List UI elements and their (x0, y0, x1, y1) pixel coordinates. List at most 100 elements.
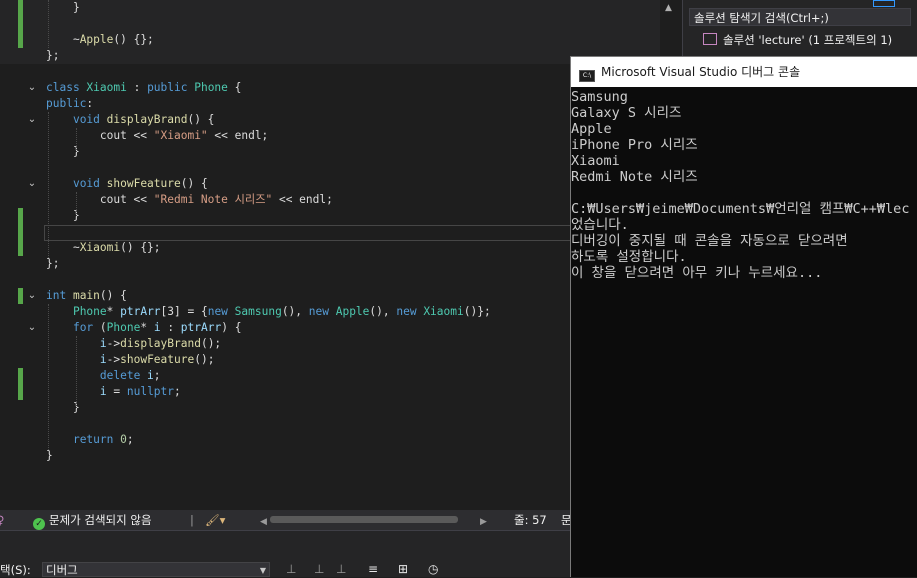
code-token: for (72, 321, 100, 334)
search-placeholder: 솔루션 탐색기 검색(Ctrl+;) (694, 11, 829, 25)
code-line[interactable]: } (0, 0, 660, 16)
code-token: = (106, 385, 127, 398)
toolbar-icon[interactable]: ⊥ (336, 562, 346, 576)
code-token: void (72, 177, 107, 190)
line-number[interactable]: 줄: 57 (514, 512, 547, 528)
code-token: new (308, 305, 336, 318)
code-line[interactable]: cout << "Redmi Note 시리즈" << endl; (0, 192, 660, 208)
fold-toggle-icon[interactable]: ⌄ (26, 176, 38, 192)
code-editor[interactable]: } ~Apple() {};}; ⌄ class Xiaomi : public P… (0, 0, 660, 510)
code-line[interactable] (0, 64, 660, 80)
cleanup-brush-icon[interactable]: 🖌▾ (205, 512, 225, 528)
code-token: ( (99, 321, 107, 334)
solution-search-input[interactable]: 솔루션 탐색기 검색(Ctrl+;) (689, 8, 911, 26)
code-line[interactable]: ⌄ int main() { (0, 288, 660, 304)
code-line[interactable] (0, 416, 660, 432)
code-token: ; (153, 369, 161, 382)
code-token: Xiaomi (423, 305, 464, 318)
code-token: Xiaomi (86, 81, 127, 94)
code-line[interactable]: i->showFeature(); (0, 352, 660, 368)
code-token: i (99, 353, 107, 366)
code-token: * (140, 321, 154, 334)
console-title: Microsoft Visual Studio 디버그 콘솔 (601, 65, 801, 79)
console-app-icon: C:\ (579, 70, 595, 82)
debug-console-window[interactable]: C:\ Microsoft Visual Studio 디버그 콘솔 Samsun… (570, 56, 917, 577)
code-line[interactable] (0, 272, 660, 288)
horizontal-scrollbar-thumb[interactable] (270, 516, 458, 523)
code-token: () { (187, 113, 215, 126)
code-token: } (46, 209, 80, 222)
fold-toggle-icon[interactable]: ⌄ (26, 112, 38, 128)
code-token: } (46, 401, 80, 414)
solution-icon (703, 33, 717, 45)
code-line[interactable]: return 0; (0, 432, 660, 448)
current-line-highlight (44, 225, 572, 241)
scroll-right-icon[interactable]: ▶ (480, 514, 487, 530)
code-token: cout << (46, 129, 154, 142)
console-line: Apple (571, 121, 612, 137)
code-token: public (46, 97, 87, 110)
console-line: 이 창을 닫으려면 아무 키나 누르세요... (571, 265, 823, 281)
code-line[interactable]: i->displayBrand(); (0, 336, 660, 352)
code-token: "Redmi Note 시리즈" (153, 193, 273, 206)
code-line[interactable] (0, 16, 660, 32)
code-line[interactable]: ⌄ void displayBrand() { (0, 112, 660, 128)
code-line[interactable]: } (0, 208, 660, 224)
code-token: () {}; (120, 241, 161, 254)
code-token: : (126, 81, 148, 94)
solution-root-item[interactable]: 솔루션 'lecture' (1 프로젝트의 1) (703, 32, 892, 48)
code-line[interactable]: }; (0, 256, 660, 272)
issues-indicator[interactable]: ✓ 문제가 검색되지 않음 (33, 512, 152, 530)
code-text: public: (46, 96, 93, 112)
code-line[interactable]: delete i; (0, 368, 660, 384)
scroll-left-icon[interactable]: ◀ (260, 514, 267, 530)
code-text: i->displayBrand(); (46, 336, 221, 352)
code-token: }; (46, 49, 60, 62)
code-token: } (46, 145, 80, 158)
code-line[interactable]: ~Apple() {}; (0, 32, 660, 48)
toolbar-icon[interactable]: ⊥ (286, 562, 296, 576)
config-dropdown-value: 디버그 (46, 563, 78, 577)
config-dropdown[interactable]: 디버그 ▼ (42, 562, 270, 577)
code-line[interactable]: ⌄ void showFeature() { (0, 176, 660, 192)
code-token: nullptr (126, 385, 175, 398)
code-text: cout << "Redmi Note 시리즈" << endl; (46, 192, 333, 208)
code-line[interactable] (0, 160, 660, 176)
code-line[interactable]: ⌄ class Xiaomi : public Phone { (0, 80, 660, 96)
code-line[interactable]: Phone* ptrArr[3] = {new Samsung(), new A… (0, 304, 660, 320)
code-line[interactable]: } (0, 144, 660, 160)
code-line[interactable]: public: (0, 96, 660, 112)
fold-toggle-icon[interactable]: ⌄ (26, 288, 38, 304)
code-token: i (99, 337, 107, 350)
clear-all-icon[interactable]: ≡ (368, 562, 378, 576)
code-line[interactable]: ⌄ for (Phone* i : ptrArr) { (0, 320, 660, 336)
code-line[interactable]: ~Xiaomi() {}; (0, 240, 660, 256)
separator: | (190, 513, 194, 527)
lightbulb-icon[interactable]: ♀ (0, 512, 4, 528)
config-select-label: 택(S): (0, 563, 31, 577)
console-title-bar[interactable]: C:\ Microsoft Visual Studio 디버그 콘솔 (571, 57, 917, 87)
console-line: Galaxy S 시리즈 (571, 105, 682, 121)
code-token: showFeature (120, 353, 195, 366)
word-wrap-icon[interactable]: ⊞ (398, 562, 408, 576)
fold-toggle-icon[interactable]: ⌄ (26, 320, 38, 336)
code-token: i (147, 369, 154, 382)
panel-tab-indicator[interactable] (873, 0, 895, 7)
toolbar-icon[interactable]: ⊥ (314, 562, 324, 576)
code-line[interactable]: i = nullptr; (0, 384, 660, 400)
scroll-up-icon[interactable]: ▲ (665, 3, 672, 13)
change-indicator (18, 208, 23, 256)
code-line[interactable]: }; (0, 48, 660, 64)
code-line[interactable]: } (0, 448, 660, 464)
fold-toggle-icon[interactable]: ⌄ (26, 80, 38, 96)
code-text: cout << "Xiaomi" << endl; (46, 128, 268, 144)
code-line[interactable]: } (0, 400, 660, 416)
code-token: * (106, 305, 121, 318)
code-line[interactable]: cout << "Xiaomi" << endl; (0, 128, 660, 144)
code-token: { (227, 81, 242, 94)
bottom-panel: 택(S): 디버그 ▼ ⊥ ⊥ ⊥ ≡ ⊞ ◷ (0, 530, 570, 577)
clock-icon[interactable]: ◷ (428, 562, 438, 576)
code-token: ()}; (463, 305, 491, 318)
